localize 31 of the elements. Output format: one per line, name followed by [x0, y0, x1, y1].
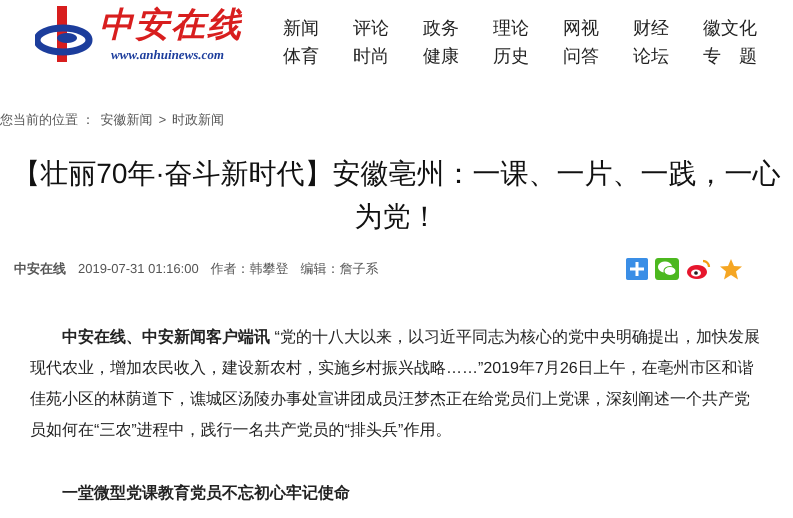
- breadcrumb-link[interactable]: 安徽新闻: [100, 110, 153, 130]
- article-source: 中安在线: [14, 260, 66, 278]
- nav-link[interactable]: 评论: [353, 16, 423, 40]
- breadcrumb-label: 您当前的位置 ：: [0, 111, 95, 129]
- nav-link[interactable]: 时尚: [353, 44, 423, 68]
- breadcrumb-link[interactable]: 时政新闻: [172, 110, 224, 130]
- logo-name: 中安在线: [99, 5, 243, 46]
- nav-link[interactable]: 论坛: [633, 44, 703, 68]
- article-paragraph: 中安在线、中安新闻客户端讯 “党的十八大以来，以习近平同志为核心的党中央明确提出，加快发展现代农业，增加农民收入，建设新农村，实施乡村振兴战略……”2019年7月26日上午，在亳州市区和谐佳苑小区的林荫道下，谯城区汤陵办事处宣讲团成员汪梦杰正在给党员们上党课，深刻阐述一个共产党员如何在“三农”进程中，践行一名共产党员的“排头兵”作用。: [30, 327, 761, 440]
- nav-link[interactable]: 健康: [423, 44, 493, 68]
- nav-link[interactable]: 政务: [423, 16, 493, 40]
- nav-link[interactable]: 专 题: [703, 44, 773, 68]
- article-subheading: 一堂微型党课教育党员不忘初心牢记使命: [61, 482, 351, 504]
- nav-link[interactable]: 历史: [493, 44, 563, 68]
- article-title: 【壮丽70年·奋斗新时代】安徽亳州：一课、一片、一践，一心为党！: [11, 156, 782, 234]
- article-editor: 编辑：詹子系: [300, 260, 379, 278]
- wechat-icon[interactable]: [655, 258, 679, 280]
- share-plus-icon[interactable]: [626, 258, 648, 280]
- article-date: 2019-07-31 01:16:00: [78, 260, 199, 278]
- nav-link[interactable]: 新闻: [283, 16, 353, 40]
- nav-link[interactable]: 网视: [563, 16, 633, 40]
- nav-link[interactable]: 体育: [283, 44, 353, 68]
- nav-link[interactable]: 财经: [633, 16, 703, 40]
- logo-url: www.anhuinews.com: [111, 46, 225, 64]
- weibo-icon[interactable]: [686, 258, 712, 280]
- article-author: 作者：韩攀登: [210, 260, 289, 278]
- nav-link[interactable]: 问答: [563, 44, 633, 68]
- nav-link[interactable]: 理论: [493, 16, 563, 40]
- breadcrumb-separator: >: [158, 111, 166, 129]
- star-icon[interactable]: [719, 258, 743, 280]
- nav-link[interactable]: 徽文化: [703, 16, 773, 40]
